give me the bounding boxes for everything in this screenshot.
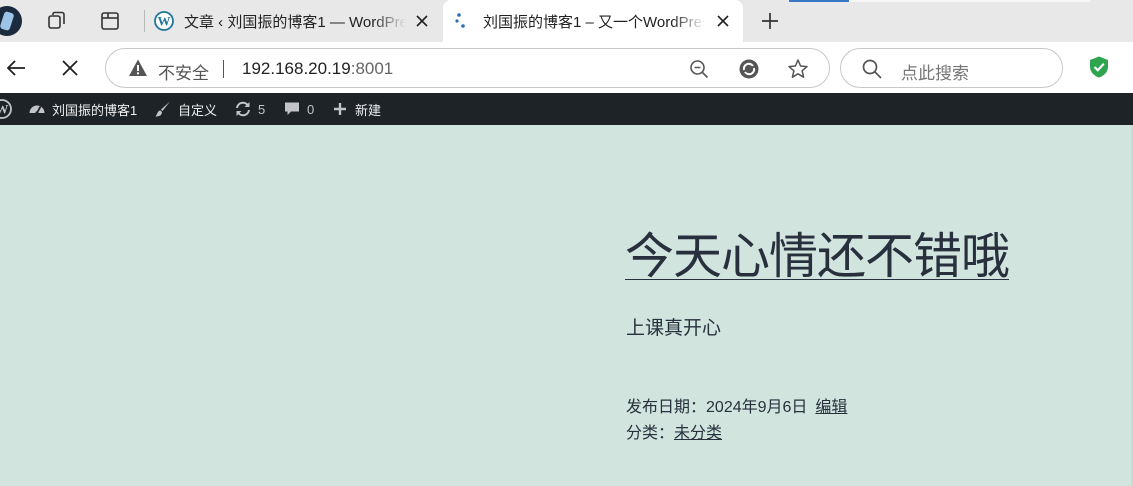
- navigation-bar: 不安全 192.168.20.19:8001 点此搜索: [0, 42, 1133, 93]
- tab-strip-highlight: [849, 0, 1090, 2]
- profile-avatar-icon[interactable]: [0, 6, 22, 36]
- site-name-label: 刘国振的博客1: [52, 102, 138, 118]
- edit-link[interactable]: 编辑: [815, 399, 847, 416]
- post-content-area: 今天心情还不错哦 上课真开心 发布日期：2024年9月6日 编辑 分类：未分类: [0, 125, 1133, 486]
- arrow-left-icon: [6, 60, 25, 76]
- favorite-star-icon[interactable]: [787, 58, 809, 80]
- search-placeholder: 点此搜索: [901, 64, 969, 83]
- close-icon: [62, 60, 78, 76]
- date-label: 发布日期：: [626, 399, 707, 416]
- customize-label: 自定义: [178, 102, 218, 118]
- wordpress-icon: W: [154, 11, 174, 31]
- post-meta: 发布日期：2024年9月6日 编辑 分类：未分类: [626, 395, 847, 447]
- tab-strip-accent: [789, 0, 849, 2]
- svg-text:W: W: [0, 102, 9, 117]
- url-text[interactable]: 192.168.20.19:8001: [242, 59, 393, 79]
- back-button[interactable]: [2, 54, 30, 82]
- search-box[interactable]: 点此搜索: [840, 48, 1063, 88]
- tab-title: 文章 ‹ 刘国振的博客1 — WordPress: [184, 13, 406, 31]
- updates-icon: [234, 100, 252, 118]
- updates-count: 5: [258, 101, 266, 117]
- wp-logo-menu[interactable]: W: [0, 93, 12, 125]
- admin-bar-new[interactable]: 新建: [331, 93, 381, 125]
- wp-admin-bar: W 刘国振的博客1 自定义 5 0 新建: [0, 93, 1133, 125]
- plus-icon: [331, 100, 349, 118]
- new-tab-button[interactable]: [757, 8, 783, 34]
- comment-icon: [283, 100, 301, 118]
- tab-wordpress-posts[interactable]: W 文章 ‹ 刘国振的博客1 — WordPress: [144, 0, 442, 42]
- tab-separator: [144, 10, 145, 32]
- close-tab-icon[interactable]: [713, 11, 733, 31]
- post-title-link[interactable]: 今天心情还不错哦: [625, 217, 1010, 288]
- tab-title: 刘国振的博客1 – 又一个WordPress站点: [483, 13, 705, 31]
- svg-text:W: W: [158, 14, 171, 29]
- url-port: :8001: [350, 59, 394, 78]
- new-label: 新建: [355, 102, 382, 118]
- tab-blog-home[interactable]: 刘国振的博客1 – 又一个WordPress站点: [443, 0, 743, 42]
- category-link[interactable]: 未分类: [674, 425, 722, 442]
- search-icon: [862, 59, 882, 79]
- loading-spinner-icon: [455, 13, 465, 28]
- dashboard-icon: [28, 100, 46, 118]
- plus-icon: [762, 13, 778, 29]
- address-divider: [223, 60, 224, 78]
- post-body-text: 上课真开心: [626, 318, 722, 339]
- admin-bar-updates[interactable]: 5: [234, 93, 265, 125]
- address-bar[interactable]: 不安全 192.168.20.19:8001: [105, 48, 830, 88]
- workspaces-icon[interactable]: [45, 9, 69, 33]
- warning-icon[interactable]: [128, 58, 148, 78]
- admin-bar-customize[interactable]: 自定义: [154, 93, 217, 125]
- comments-count: 0: [307, 101, 315, 117]
- tab-actions-icon[interactable]: [98, 9, 122, 33]
- post-date-row: 发布日期：2024年9月6日 编辑: [626, 395, 847, 421]
- edge-refresh-icon[interactable]: [738, 58, 760, 80]
- brush-icon: [154, 100, 172, 118]
- security-label[interactable]: 不安全: [158, 59, 209, 84]
- tab-strip: W 文章 ‹ 刘国振的博客1 — WordPress 刘国振的博客1 – 又一个…: [0, 0, 1133, 42]
- close-tab-icon[interactable]: [412, 11, 432, 31]
- admin-bar-comments[interactable]: 0: [283, 93, 314, 125]
- post-date: 2024年9月6日: [706, 399, 808, 416]
- wordpress-logo-icon: W: [0, 99, 12, 119]
- post-category-row: 分类：未分类: [626, 421, 847, 447]
- zoom-out-icon[interactable]: [688, 58, 710, 80]
- stop-loading-button[interactable]: [56, 54, 84, 82]
- category-label: 分类：: [626, 425, 675, 442]
- admin-bar-site-name[interactable]: 刘国振的博客1: [28, 93, 137, 125]
- url-host: 192.168.20.19: [242, 59, 351, 78]
- security-shield-icon[interactable]: [1087, 55, 1111, 79]
